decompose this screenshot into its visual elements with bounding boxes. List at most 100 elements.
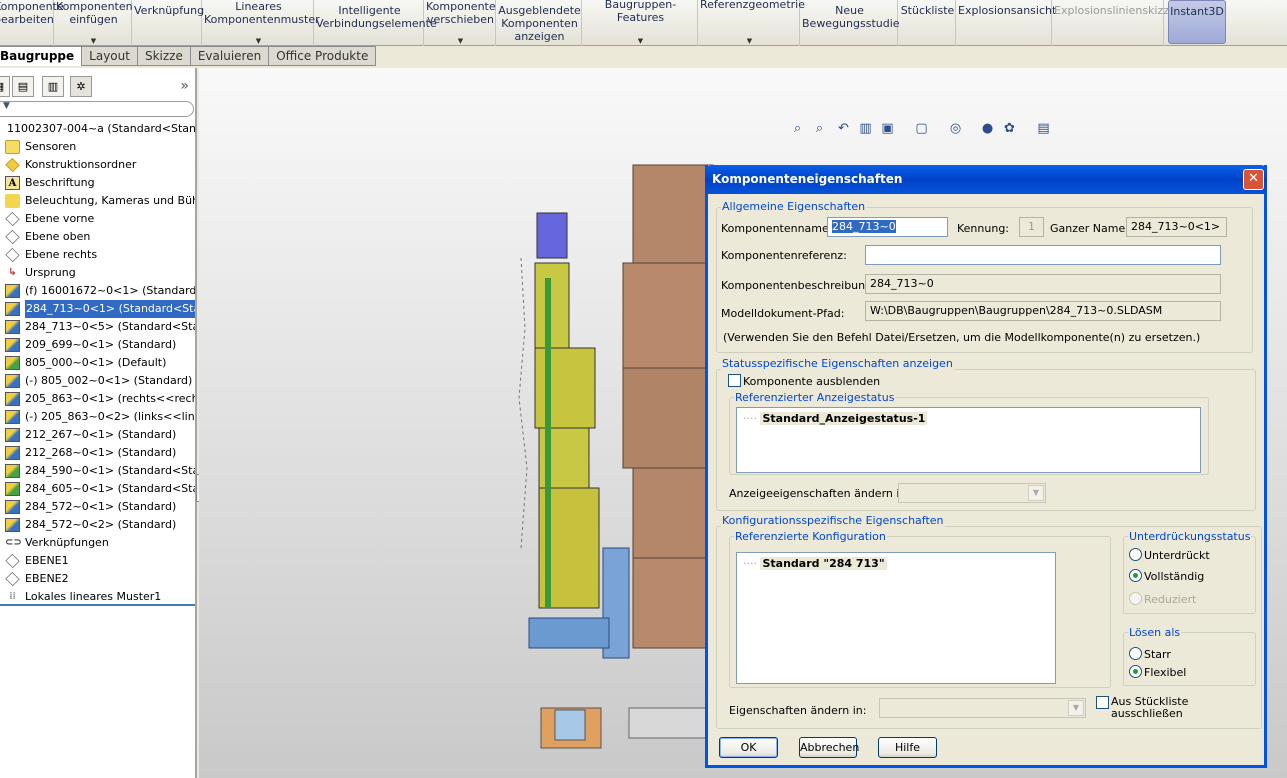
tree-item[interactable]: Ebene oben bbox=[0, 228, 195, 246]
tree-item[interactable]: EBENE2 bbox=[0, 570, 195, 588]
configuration-manager-tab-icon[interactable]: ▥ bbox=[42, 76, 64, 97]
help-button[interactable]: Hilfe bbox=[878, 737, 937, 758]
tree-item[interactable]: Konstruktionsordner bbox=[0, 156, 195, 174]
wood-box-lower-1 bbox=[632, 467, 714, 569]
tab-sketch[interactable]: Skizze bbox=[137, 46, 191, 66]
part-icon bbox=[5, 446, 20, 460]
reference-geometry-button[interactable]: Referenzgeometrie ▼ bbox=[700, 0, 805, 46]
close-icon[interactable]: ✕ bbox=[1243, 169, 1264, 190]
instant3d-button[interactable]: Instant3D bbox=[1168, 0, 1226, 44]
display-state-legend: Statusspezifische Eigenschaften anzeigen bbox=[721, 357, 954, 370]
suppressed-radio[interactable] bbox=[1129, 548, 1142, 561]
property-manager-tab-icon[interactable]: ▤ bbox=[12, 76, 34, 97]
tree-item[interactable]: 284_590~0<1> (Standard<Standa bbox=[0, 462, 195, 480]
rigid-radio[interactable] bbox=[1129, 647, 1142, 660]
full-name-field[interactable]: 284_713~0<1> bbox=[1126, 217, 1227, 237]
tree-item[interactable]: (-) 205_863~0<2> (links<<links>_ bbox=[0, 408, 195, 426]
tree-item[interactable]: ⊂⊃ Verknüpfungen bbox=[0, 534, 195, 552]
flexible-radio[interactable] bbox=[1129, 665, 1142, 678]
tree-rollback-bar[interactable] bbox=[0, 604, 195, 606]
model-path-field[interactable]: W:\DB\Baugruppen\Baugruppen\284_713~0.SL… bbox=[865, 301, 1221, 321]
tree-item[interactable]: A Beschriftung bbox=[0, 174, 195, 192]
configuration-item[interactable]: ···· Standard "284 713" bbox=[743, 557, 887, 570]
tree-item[interactable]: 284_572~0<2> (Standard) bbox=[0, 516, 195, 534]
expand-pane-icon[interactable]: » bbox=[180, 78, 189, 94]
display-change-select[interactable]: ▼ bbox=[898, 483, 1046, 503]
id-field[interactable]: 1 bbox=[1019, 217, 1044, 237]
hide-component-checkbox[interactable] bbox=[728, 374, 741, 387]
part-icon bbox=[5, 338, 20, 352]
tree-item[interactable]: 209_699~0<1> (Standard) bbox=[0, 336, 195, 354]
component-name-field[interactable]: 284_713~0 bbox=[827, 217, 948, 237]
command-tabs: Baugruppe Layout Skizze Evaluieren Offic… bbox=[0, 46, 377, 67]
assembly-features-button[interactable]: Baugruppen-Features ▼ bbox=[584, 0, 698, 46]
blue-base-assembly bbox=[528, 617, 610, 649]
display-state-list[interactable]: ···· Standard_Anzeigestatus-1 bbox=[736, 407, 1201, 473]
linear-component-pattern-button[interactable]: Lineares Komponentenmuster ▼ bbox=[204, 0, 320, 46]
dialog-title-bar[interactable]: Komponenteneigenschaften ✕ bbox=[705, 165, 1267, 194]
tree-item[interactable]: ↳ Ursprung bbox=[0, 264, 195, 282]
machine-frame-upper bbox=[534, 347, 596, 429]
dropdown-arrow-icon[interactable]: ▼ bbox=[700, 37, 799, 45]
dimxpert-manager-tab-icon[interactable]: ✲ bbox=[70, 76, 92, 97]
tree-item[interactable]: 284_605~0<1> (Standard<Standa bbox=[0, 480, 195, 498]
smart-fasteners-button[interactable]: Intelligente Verbindungselemente bbox=[316, 0, 437, 46]
tab-evaluate[interactable]: Evaluieren bbox=[190, 46, 270, 66]
assembly-icon bbox=[5, 464, 20, 478]
tree-item[interactable]: (-) 805_002~0<1> (Standard) bbox=[0, 372, 195, 390]
assembly-icon bbox=[5, 482, 20, 496]
component-description-field[interactable]: 284_713~0 bbox=[865, 274, 1221, 294]
dropdown-arrow-icon[interactable]: ▼ bbox=[426, 37, 495, 45]
pattern-icon: ⁞⁞ bbox=[9, 591, 16, 602]
tree-item[interactable]: 284_713~0<5> (Standard<Standa bbox=[0, 318, 195, 336]
chevron-down-icon[interactable]: ▼ bbox=[1028, 485, 1044, 501]
edit-component-button[interactable]: Komponente bearbeiten bbox=[0, 0, 64, 46]
configuration-list[interactable]: ···· Standard "284 713" bbox=[736, 552, 1056, 684]
mate-button[interactable]: Verknüpfung bbox=[134, 0, 204, 46]
tree-filter-input[interactable]: ▼ bbox=[0, 101, 194, 117]
tab-assembly[interactable]: Baugruppe bbox=[0, 46, 83, 66]
tree-item-root-assembly[interactable]: 11002307-004~a (Standard<Standard bbox=[0, 120, 195, 138]
component-reference-field[interactable] bbox=[865, 245, 1221, 265]
move-component-button[interactable]: Komponente verschieben ▼ bbox=[426, 0, 496, 46]
feature-manager-tab-icon[interactable]: ▦ bbox=[0, 76, 10, 97]
display-state-item[interactable]: ···· Standard_Anzeigestatus-1 bbox=[743, 412, 928, 425]
exploded-view-button[interactable]: Explosionsansicht bbox=[958, 0, 1056, 46]
tree-item-selected[interactable]: 284_713~0<1> (Standard<Standa bbox=[0, 300, 195, 318]
tab-office-products[interactable]: Office Produkte bbox=[269, 46, 377, 66]
dropdown-arrow-icon[interactable]: ▼ bbox=[584, 37, 697, 45]
lightweight-radio[interactable] bbox=[1129, 592, 1142, 605]
tab-layout[interactable]: Layout bbox=[82, 46, 138, 66]
resolved-label: Vollständig bbox=[1144, 570, 1205, 583]
show-hidden-components-button[interactable]: Ausgeblendete Komponenten anzeigen bbox=[498, 0, 582, 46]
tree-item[interactable]: 212_267~0<1> (Standard) bbox=[0, 426, 195, 444]
suppression-state-legend: Unterdrückungsstatus bbox=[1128, 530, 1252, 543]
bill-of-materials-button[interactable]: Stückliste bbox=[900, 0, 956, 46]
feature-manager-pane: ▦ ▤ ▥ ✲ » ▼ 11002307-004~a (Standard<Sta… bbox=[0, 68, 197, 778]
tree-item[interactable]: Ebene vorne bbox=[0, 210, 195, 228]
exclude-from-bom-checkbox[interactable] bbox=[1096, 696, 1109, 709]
explode-line-sketch-button[interactable]: Explosionslinienskizze bbox=[1054, 0, 1176, 46]
config-change-select[interactable]: ▼ bbox=[879, 698, 1086, 718]
ok-button[interactable]: OK bbox=[719, 737, 778, 758]
plane-icon bbox=[5, 553, 20, 569]
tree-item[interactable]: 205_863~0<1> (rechts<<rechts> bbox=[0, 390, 195, 408]
part-icon bbox=[5, 410, 20, 424]
tree-item[interactable]: Beleuchtung, Kameras und Bühne bbox=[0, 192, 195, 210]
tree-item[interactable]: (f) 16001672~0<1> (Standard) bbox=[0, 282, 195, 300]
new-motion-study-button[interactable]: Neue Bewegungsstudie bbox=[802, 0, 900, 46]
chevron-down-icon[interactable]: ▼ bbox=[1068, 700, 1084, 716]
dropdown-arrow-icon[interactable]: ▼ bbox=[56, 37, 131, 45]
insert-components-button[interactable]: Komponenten einfügen ▼ bbox=[56, 0, 133, 46]
tree-item[interactable]: 284_572~0<1> (Standard) bbox=[0, 498, 195, 516]
tree-item[interactable]: 805_000~0<1> (Default) bbox=[0, 354, 195, 372]
tree-item[interactable]: Sensoren bbox=[0, 138, 195, 156]
sensor-icon bbox=[5, 140, 20, 154]
tree-item[interactable]: EBENE1 bbox=[0, 552, 195, 570]
tree-item[interactable]: Ebene rechts bbox=[0, 246, 195, 264]
rigid-label: Starr bbox=[1144, 648, 1171, 661]
tree-item[interactable]: 212_268~0<1> (Standard) bbox=[0, 444, 195, 462]
cancel-button[interactable]: Abbrechen bbox=[799, 737, 859, 758]
resolved-radio[interactable] bbox=[1129, 569, 1142, 582]
dropdown-arrow-icon[interactable]: ▼ bbox=[204, 37, 313, 45]
